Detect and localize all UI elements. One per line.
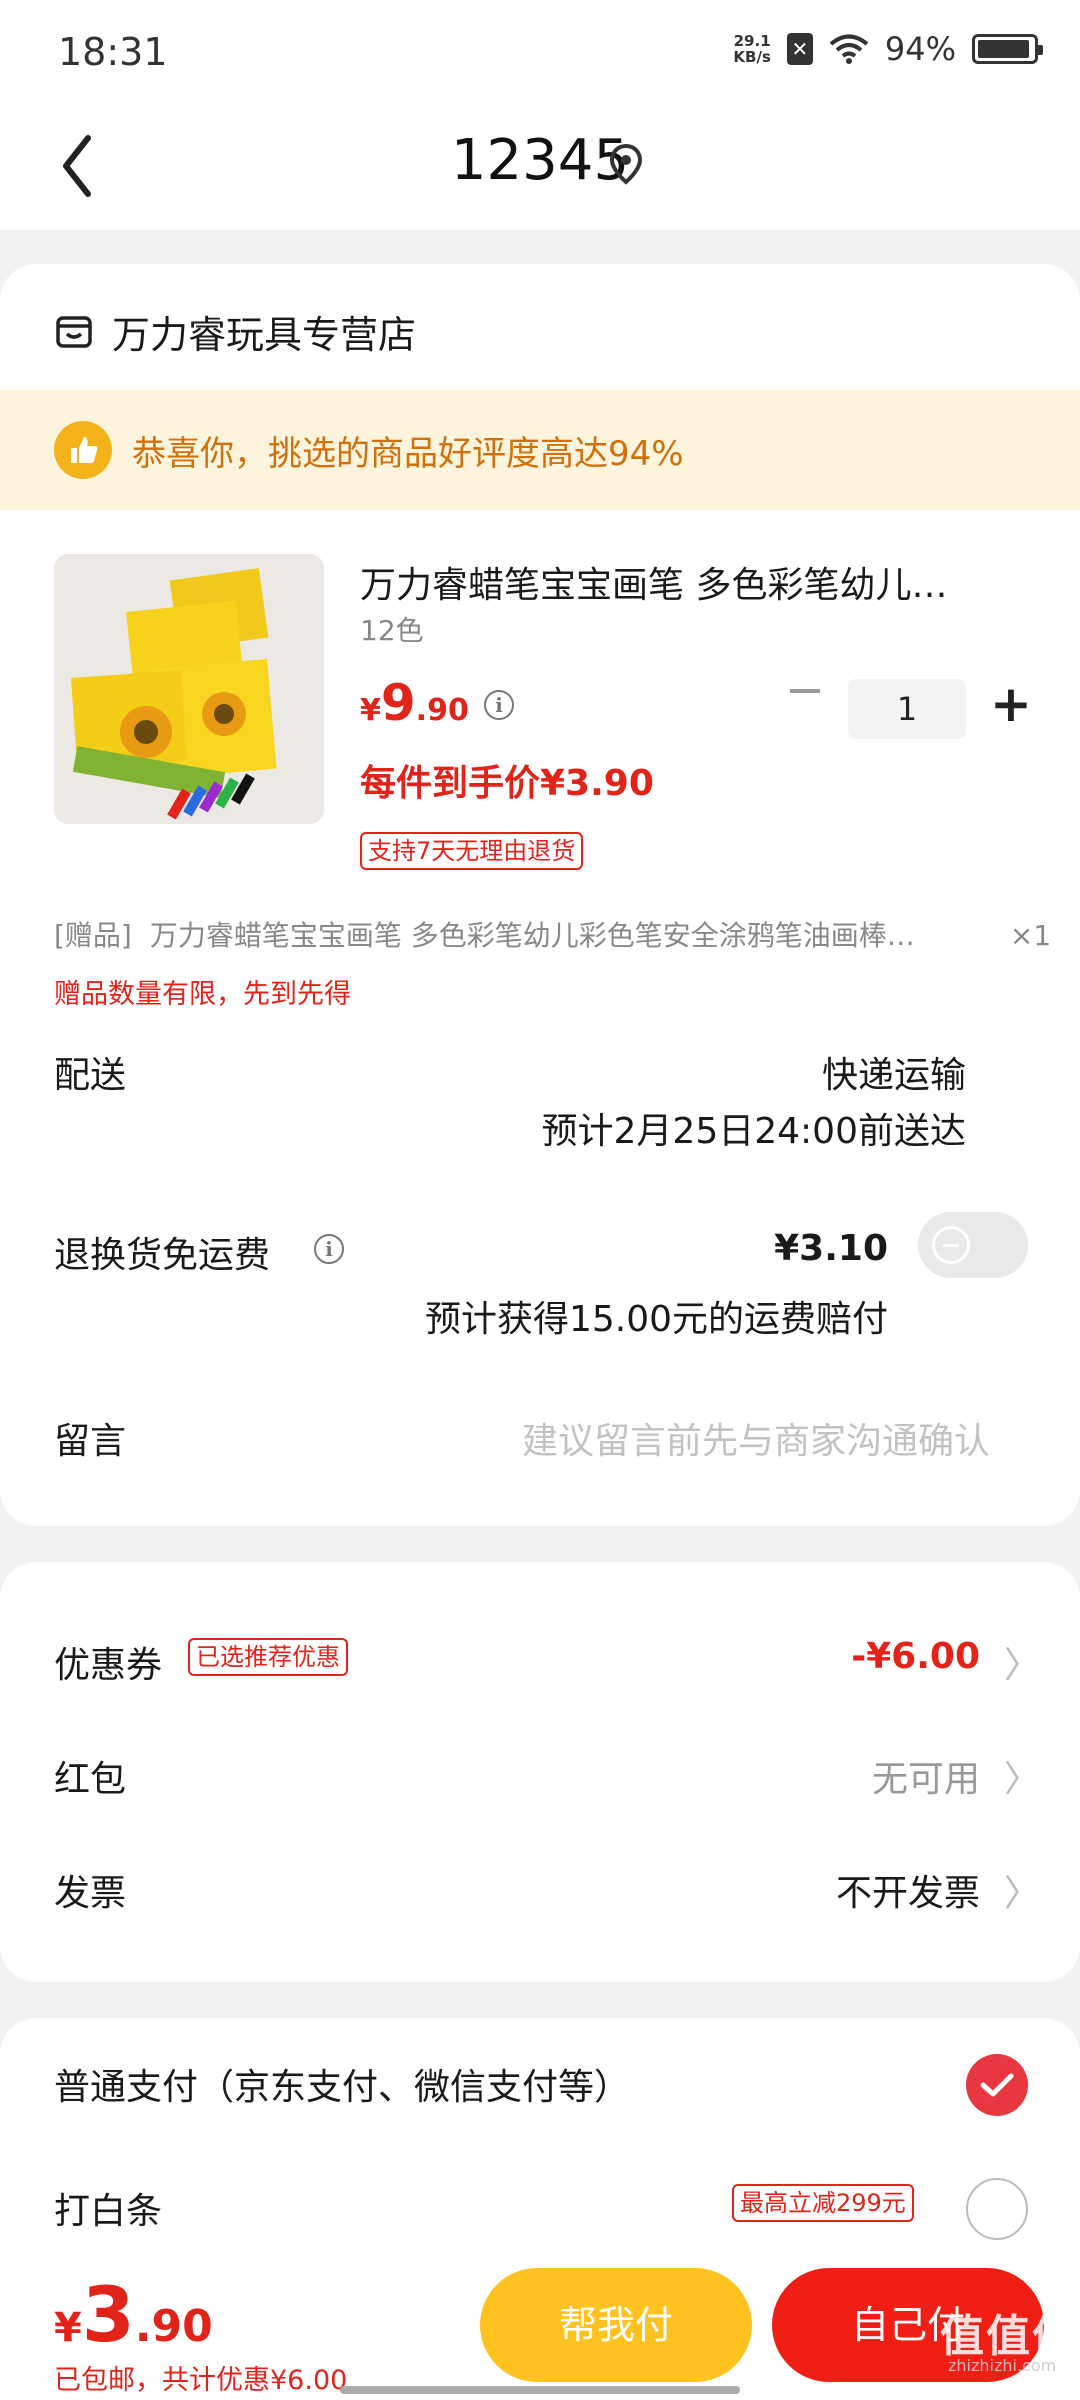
- normal-pay-checked-icon[interactable]: [966, 2054, 1028, 2116]
- redpacket-chevron-icon[interactable]: 〉: [1004, 1750, 1040, 1802]
- invoice-value[interactable]: 不开发票: [836, 1864, 980, 1916]
- crayon-box-illustration: [54, 554, 324, 824]
- shop-icon: [56, 315, 92, 348]
- gift-row[interactable]: [赠品] 万力睿蜡笔宝宝画笔 多色彩笔幼儿彩色笔安全涂鸦笔油画棒… ×1: [54, 914, 1051, 954]
- thumbs-up-icon: [54, 421, 112, 479]
- coupon-chevron-icon[interactable]: 〉: [1004, 1636, 1040, 1688]
- return-policy-tag: 支持7天无理由退货: [360, 832, 584, 870]
- baitiao-tag: 最高立减299元: [732, 2184, 914, 2222]
- total-price: ¥3.90: [54, 2270, 213, 2359]
- page-title[interactable]: 12345: [0, 128, 1080, 193]
- baitiao-label[interactable]: 打白条: [54, 2182, 162, 2234]
- unit-price: 每件到手价¥3.90: [360, 763, 654, 804]
- product-image[interactable]: [54, 554, 324, 824]
- price-currency: ¥: [360, 693, 381, 728]
- total-decimal: .90: [134, 2301, 213, 2352]
- return-shipping-toggle[interactable]: [918, 1212, 1028, 1278]
- message-input[interactable]: 建议留言前先与商家沟通确认: [522, 1412, 990, 1464]
- gift-note: 赠品数量有限，先到先得: [54, 979, 351, 1010]
- gift-label: [赠品]: [54, 919, 132, 952]
- gift-title: 万力睿蜡笔宝宝画笔 多色彩笔幼儿彩色笔安全涂鸦笔油画棒…: [149, 919, 915, 952]
- invoice-label: 发票: [54, 1873, 127, 1914]
- checkout-bar: ¥3.90 已包邮，共计优惠¥6.00 帮我付 自己付: [0, 2250, 1080, 2400]
- redpacket-label: 红包: [54, 1759, 127, 1800]
- discount-card: 优惠券 已选推荐优惠 -¥6.00 〉 红包 无可用 〉 发票 不开发票 〉: [0, 1562, 1080, 1982]
- battery-percent: 94%: [884, 30, 956, 68]
- toggle-knob: [932, 1226, 970, 1264]
- home-indicator[interactable]: [340, 2386, 740, 2394]
- invoice-chevron-icon[interactable]: 〉: [1004, 1864, 1040, 1916]
- quantity-input[interactable]: 1: [848, 679, 966, 739]
- delivery-eta[interactable]: 预计2月25日24:00前送达: [542, 1102, 966, 1154]
- page-header: 12345: [0, 100, 1080, 230]
- baitiao-radio[interactable]: [966, 2178, 1028, 2240]
- message-label: 留言: [54, 1421, 127, 1462]
- price-integer: 9: [380, 674, 416, 732]
- status-icons: 29.1 KB/s ✕ 94%: [733, 30, 1043, 68]
- product-spec[interactable]: 12色: [360, 609, 424, 649]
- price-decimal: .90: [415, 693, 469, 728]
- gift-count: ×1: [1009, 919, 1052, 952]
- watermark-logo: 值值值: [940, 2311, 1078, 2362]
- order-card: 万力睿玩具专营店 恭喜你，挑选的商品好评度高达94% 万力睿蜡笔宝宝画笔 多色彩…: [0, 264, 1080, 1526]
- network-speed: 29.1 KB/s: [733, 33, 770, 65]
- coupon-value[interactable]: -¥6.00: [851, 1636, 980, 1677]
- no-sim-icon: ✕: [786, 33, 813, 65]
- network-speed-unit: KB/s: [733, 48, 771, 66]
- shop-name: 万力睿玩具专营店: [112, 313, 417, 357]
- status-time: 18:31: [58, 30, 168, 74]
- quantity-minus-button[interactable]: [790, 689, 820, 693]
- return-shipping-label: 退换货免运费: [54, 1235, 271, 1276]
- total-integer: 3: [81, 2270, 135, 2359]
- wifi-icon: [829, 34, 869, 64]
- product-name[interactable]: 万力睿蜡笔宝宝画笔 多色彩笔幼儿…: [360, 556, 1000, 608]
- rating-banner: 恭喜你，挑选的商品好评度高达94%: [0, 390, 1080, 510]
- return-shipping-info-icon[interactable]: i: [314, 1234, 344, 1264]
- location-pin-icon[interactable]: [608, 142, 644, 186]
- return-shipping-price: ¥3.10: [774, 1228, 888, 1269]
- return-shipping-note: 预计获得15.00元的运费赔付: [424, 1299, 888, 1340]
- redpacket-value[interactable]: 无可用: [872, 1750, 980, 1802]
- price-info-icon[interactable]: i: [484, 690, 514, 720]
- battery-icon: [972, 34, 1043, 64]
- quantity-plus-button[interactable]: +: [990, 674, 1032, 734]
- shop-row[interactable]: 万力睿玩具专营店: [54, 304, 416, 359]
- help-pay-button[interactable]: 帮我付: [480, 2268, 752, 2382]
- rating-banner-text: 恭喜你，挑选的商品好评度高达94%: [132, 433, 684, 474]
- status-bar: 18:31 29.1 KB/s ✕ 94%: [0, 0, 1080, 100]
- coupon-label: 优惠券: [54, 1645, 163, 1686]
- total-subtext: 已包邮，共计优惠¥6.00: [54, 2365, 348, 2396]
- total-currency: ¥: [54, 2305, 82, 2351]
- coupon-tag: 已选推荐优惠: [188, 1638, 348, 1676]
- delivery-method[interactable]: 快递运输: [822, 1046, 966, 1098]
- normal-pay-label[interactable]: 普通支付（京东支付、微信支付等）: [54, 2058, 630, 2110]
- delivery-label: 配送: [54, 1055, 127, 1096]
- product-price: ¥9.90: [360, 674, 469, 732]
- watermark-url: zhizhizhi.com: [948, 2356, 1057, 2375]
- network-speed-value: 29.1: [733, 32, 771, 50]
